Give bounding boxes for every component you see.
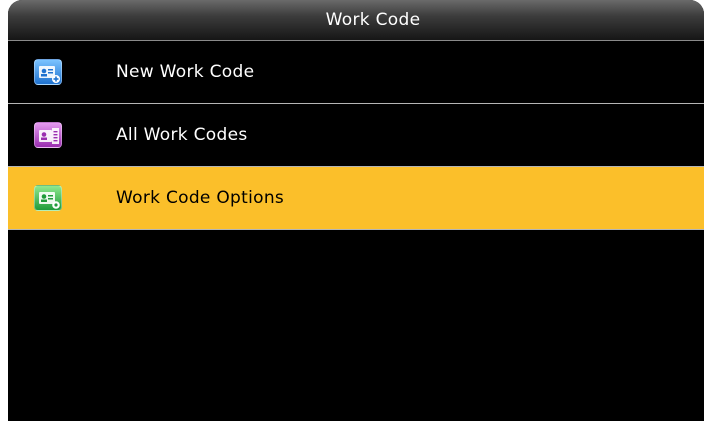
card-list-icon bbox=[34, 122, 62, 148]
title-bar: Work Code bbox=[8, 0, 704, 41]
menu-item-label: New Work Code bbox=[116, 62, 255, 82]
add-card-icon bbox=[34, 59, 62, 85]
menu-item-label: Work Code Options bbox=[116, 188, 285, 208]
menu-item-work-code-options[interactable]: Work Code Options bbox=[8, 167, 704, 230]
device-screen: Work Code New Work Code All Work Codes W… bbox=[8, 0, 704, 421]
work-code-menu: New Work Code All Work Codes Work Code O… bbox=[8, 41, 704, 230]
page-title: Work Code bbox=[325, 10, 421, 30]
card-settings-icon bbox=[34, 185, 62, 211]
menu-item-all-work-codes[interactable]: All Work Codes bbox=[8, 104, 704, 167]
menu-item-label: All Work Codes bbox=[116, 125, 248, 145]
menu-item-new-work-code[interactable]: New Work Code bbox=[8, 41, 704, 104]
